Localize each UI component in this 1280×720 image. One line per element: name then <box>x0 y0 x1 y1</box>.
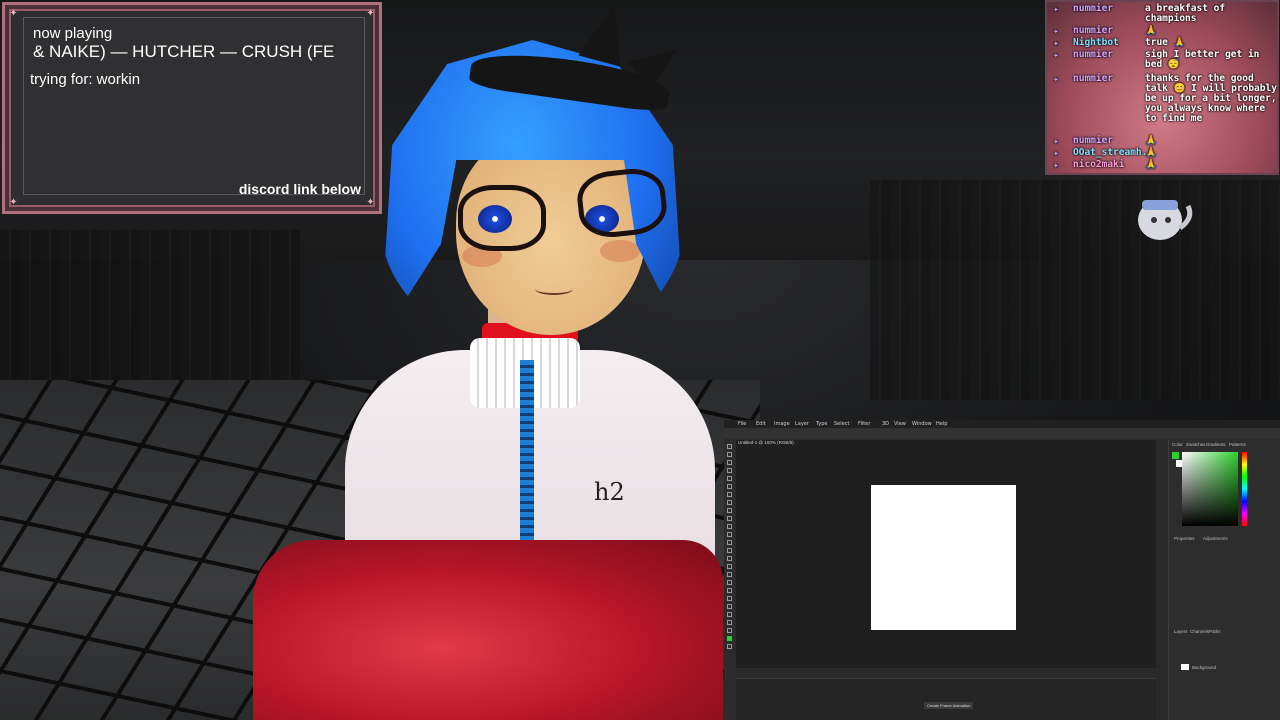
chat-username: nummier <box>1073 3 1114 14</box>
chat-text: 🙏 <box>1145 147 1157 158</box>
tool-icon[interactable] <box>727 564 732 569</box>
chat-username: OOat_streamh.. <box>1073 147 1154 158</box>
tool-icon[interactable] <box>727 556 732 561</box>
menu-item[interactable]: View <box>894 421 906 427</box>
panel-tab-color[interactable]: Color <box>1172 442 1183 447</box>
avatar-mouth <box>535 283 573 295</box>
now-playing-label: now playing <box>33 25 113 42</box>
chat-text: thanks for the good talk 😊 I will probab… <box>1145 73 1277 124</box>
chat-text: a breakfast of champions <box>1145 3 1226 24</box>
tool-icon[interactable] <box>727 460 732 465</box>
tool-icon[interactable] <box>727 540 732 545</box>
status-bar <box>736 668 1156 678</box>
tool-icon[interactable] <box>727 572 732 577</box>
badge-icon: ✦ <box>1053 38 1059 49</box>
tool-icon[interactable] <box>727 620 732 625</box>
tool-icon[interactable] <box>727 500 732 505</box>
badge-icon: ✦ <box>1053 4 1059 15</box>
hue-slider[interactable] <box>1242 452 1247 526</box>
menu-item[interactable]: Filter <box>858 421 870 427</box>
red-blanket <box>253 540 723 720</box>
chat-username: Nightbot <box>1073 37 1119 48</box>
menu-item[interactable]: Help <box>936 421 947 427</box>
tool-icon[interactable] <box>727 476 732 481</box>
menu-item[interactable]: File <box>738 421 746 427</box>
tool-icon[interactable] <box>727 492 732 497</box>
shirt-logo: h2 <box>594 478 625 506</box>
menu-item[interactable]: Window <box>912 421 932 427</box>
cheek-blush <box>600 240 640 262</box>
layer-thumbnail[interactable] <box>1181 664 1189 670</box>
layer-name[interactable]: Background <box>1192 665 1216 670</box>
chat-username: nummier <box>1073 73 1114 84</box>
chat-username: nummier <box>1073 135 1114 146</box>
tool-icon[interactable] <box>727 532 732 537</box>
badge-icon: ✦ <box>1053 148 1059 159</box>
tool-icon[interactable] <box>727 468 732 473</box>
badge-icon: ✦ <box>1053 160 1059 171</box>
options-bar <box>724 428 1280 438</box>
tool-icon[interactable] <box>727 484 732 489</box>
white-canvas[interactable] <box>871 485 1016 630</box>
chat-username: nummier <box>1073 49 1114 60</box>
tool-icon[interactable] <box>727 444 732 449</box>
tool-icon[interactable] <box>727 516 732 521</box>
layers-tab[interactable]: Layers <box>1174 629 1188 634</box>
chat-username: nico2maki <box>1073 159 1125 170</box>
timeline-panel <box>736 678 1156 720</box>
adjustments-tab[interactable]: Adjustments <box>1203 536 1228 541</box>
stream-goal: trying for: workin <box>30 71 141 88</box>
color-picker-field[interactable] <box>1182 452 1238 526</box>
create-frame-animation-button[interactable]: Create Frame Animation <box>924 702 974 709</box>
tool-icon[interactable] <box>727 508 732 513</box>
mascot-sprite <box>1138 200 1193 240</box>
foreground-color-swatch[interactable] <box>1172 452 1179 459</box>
badge-icon: ✦ <box>1053 136 1059 147</box>
menu-bar: File Edit Image Layer Type Select Filter 3D View… <box>724 420 1280 428</box>
chat-text: 🙏 <box>1145 159 1157 170</box>
tool-icon[interactable] <box>727 596 732 601</box>
tool-icon[interactable] <box>727 636 732 641</box>
avatar-zipper <box>520 360 534 560</box>
badge-icon: ✦ <box>1053 50 1059 61</box>
tool-icon[interactable] <box>727 452 732 457</box>
chat-text: true 🙏 <box>1145 37 1186 48</box>
panel-tab-gradients[interactable]: Gradients <box>1206 442 1226 447</box>
tool-icon[interactable] <box>727 588 732 593</box>
tool-icon[interactable] <box>727 604 732 609</box>
menu-item[interactable]: Select <box>834 421 849 427</box>
badge-icon: ✦ <box>1053 74 1059 85</box>
menu-item[interactable]: Image <box>774 421 790 427</box>
menu-item[interactable]: 3D <box>882 421 889 427</box>
corner-ornament: ✦ <box>9 197 18 208</box>
menu-item[interactable]: Edit <box>756 421 766 427</box>
chat-text: sigh I better get in bed 😴 <box>1145 49 1260 70</box>
panel-tab-patterns[interactable]: Patterns <box>1229 442 1246 447</box>
document-tab[interactable]: Untitled-1 @ 100% (RGB/8) <box>738 440 794 445</box>
tool-icon[interactable] <box>727 612 732 617</box>
menu-item[interactable]: Type <box>816 421 827 427</box>
tool-icon[interactable] <box>727 644 732 649</box>
corner-ornament: ✦ <box>9 8 18 19</box>
paths-tab[interactable]: Paths <box>1209 629 1221 634</box>
tool-icon[interactable] <box>727 524 732 529</box>
bookshelf-right <box>870 180 1280 400</box>
chat-overlay: ✦ nummier a breakfast of champions ✦ nummier… <box>1045 0 1279 175</box>
tool-icon[interactable] <box>727 548 732 553</box>
chat-username: nummier <box>1073 25 1114 36</box>
panel-tab-swatches[interactable]: Swatches <box>1186 442 1206 447</box>
properties-tab[interactable]: Properties <box>1174 536 1195 541</box>
tool-icon[interactable] <box>727 580 732 585</box>
glasses-left-lens <box>458 185 546 251</box>
tools-panel <box>724 440 735 720</box>
tool-icon[interactable] <box>727 628 732 633</box>
menu-item[interactable]: Layer <box>795 421 809 427</box>
channels-tab[interactable]: Channels <box>1190 629 1209 634</box>
chat-text: 🙏 <box>1145 135 1157 146</box>
photoshop-window: File Edit Image Layer Type Select Filter 3D View… <box>724 420 1280 720</box>
badge-icon: ✦ <box>1053 26 1059 37</box>
chat-text: 🙏 <box>1145 25 1157 36</box>
